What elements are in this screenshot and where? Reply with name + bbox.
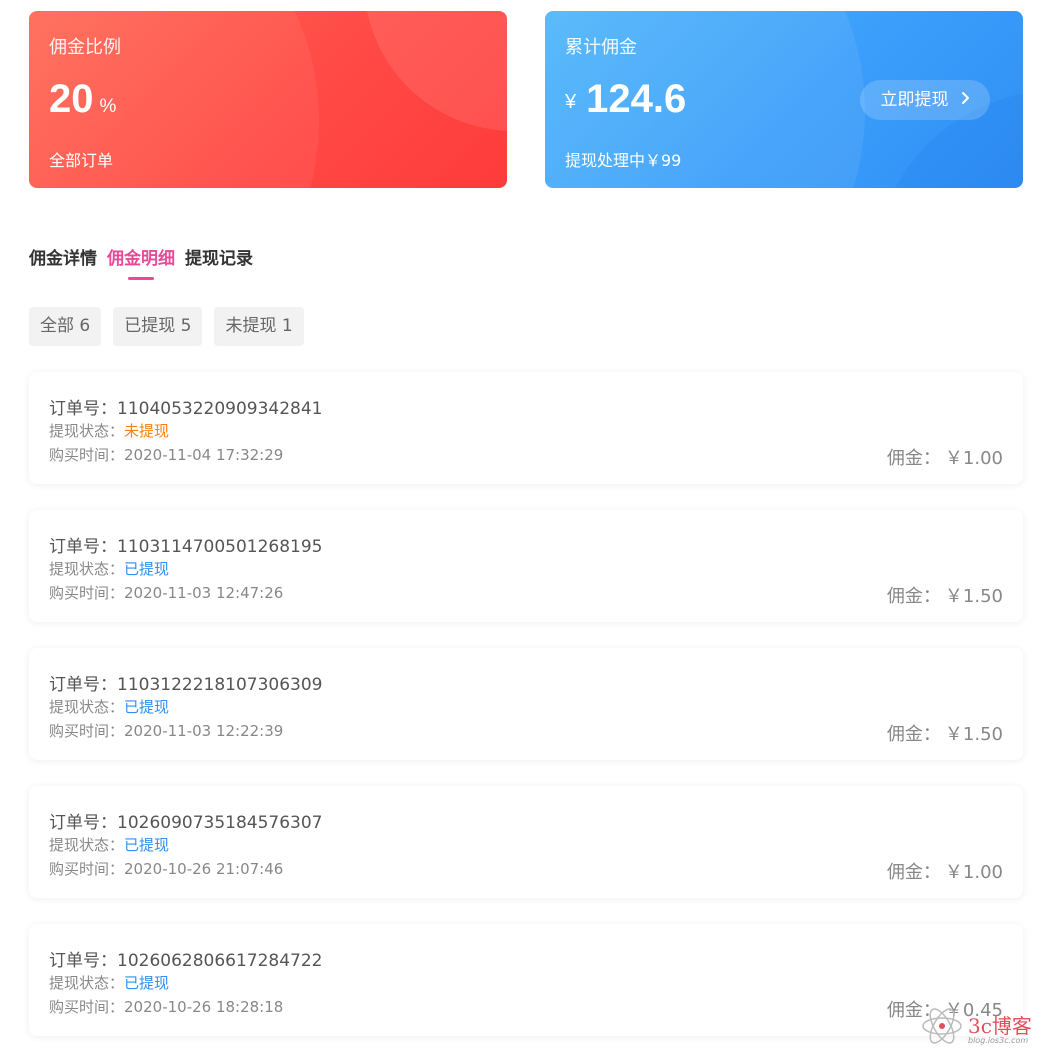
atom-icon	[920, 1004, 964, 1052]
commission-amount: 佣金： ￥1.00	[887, 444, 1003, 470]
total-commission-value: ¥124.6	[565, 77, 686, 122]
purchase-time: 购买时间：2020-10-26 21:07:46	[49, 858, 283, 879]
order-number-value: 1104053220909342841	[117, 399, 323, 419]
purchase-time-label: 购买时间：	[49, 446, 125, 464]
commission-rate-unit: %	[99, 96, 117, 117]
filter-chips: 全部 6 已提现 5 未提现 1	[29, 307, 304, 346]
commission-rate-value: 20%	[49, 77, 116, 122]
commission-amount-label: 佣金：	[886, 586, 941, 607]
withdraw-status-value: 已提现	[124, 560, 170, 578]
purchase-time-label: 购买时间：	[49, 860, 125, 878]
filter-withdrawn[interactable]: 已提现 5	[113, 307, 203, 346]
order-number-label: 订单号：	[49, 813, 117, 833]
order-number-value: 1103122218107306309	[117, 675, 323, 695]
order-card[interactable]: 订单号：1103122218107306309 提现状态：已提现 购买时间：20…	[29, 648, 1023, 760]
commission-amount: 佣金： ￥1.00	[887, 858, 1003, 884]
order-card[interactable]: 订单号：1026090735184576307 提现状态：已提现 购买时间：20…	[29, 786, 1023, 898]
withdraw-pending-text: 提现处理中￥99	[565, 151, 682, 170]
commission-amount-value: ￥1.50	[944, 724, 1003, 745]
withdraw-status-value: 已提现	[124, 698, 170, 716]
order-number-label: 订单号：	[49, 951, 117, 971]
order-number: 订单号：1103122218107306309	[49, 670, 323, 695]
commission-amount-label: 佣金：	[886, 724, 941, 745]
commission-rate-number: 20	[49, 77, 94, 121]
order-number-label: 订单号：	[49, 675, 117, 695]
order-number-value: 1026090735184576307	[117, 813, 323, 833]
purchase-time-label: 购买时间：	[49, 722, 125, 740]
watermark-text: 3c博客	[968, 1014, 1032, 1038]
commission-amount-label: 佣金：	[886, 448, 941, 469]
order-card[interactable]: 订单号：1103114700501268195 提现状态：已提现 购买时间：20…	[29, 510, 1023, 622]
order-number-label: 订单号：	[49, 537, 117, 557]
watermark-logo: 3c博客 blog.ios3c.com	[916, 1000, 1044, 1053]
tab-bar: 佣金详情 佣金明细 提现记录	[29, 244, 253, 269]
order-number-label: 订单号：	[49, 399, 117, 419]
currency-symbol: ¥	[565, 91, 577, 113]
withdraw-status-label: 提现状态：	[49, 560, 125, 578]
withdraw-status-label: 提现状态：	[49, 836, 125, 854]
withdraw-now-button[interactable]: 立即提现	[860, 80, 990, 120]
withdraw-status-value: 已提现	[124, 836, 170, 854]
order-card[interactable]: 订单号：1104053220909342841 提现状态：未提现 购买时间：20…	[29, 372, 1023, 484]
commission-rate-label: 佣金比例	[49, 37, 121, 58]
watermark-subtext: blog.ios3c.com	[968, 1036, 1029, 1045]
total-commission-card: 累计佣金 ¥124.6 立即提现 提现处理中￥99	[545, 11, 1023, 188]
withdraw-status-label: 提现状态：	[49, 698, 125, 716]
purchase-time: 购买时间：2020-11-04 17:32:29	[49, 444, 283, 465]
order-number: 订单号：1103114700501268195	[49, 532, 323, 557]
tab-commission-breakdown[interactable]: 佣金明细	[107, 244, 175, 269]
commission-amount: 佣金： ￥1.50	[887, 582, 1003, 608]
filter-all[interactable]: 全部 6	[29, 307, 102, 346]
withdraw-status: 提现状态：已提现	[49, 558, 169, 579]
purchase-time-label: 购买时间：	[49, 998, 125, 1016]
total-commission-label: 累计佣金	[565, 37, 637, 58]
chevron-right-icon	[961, 80, 970, 120]
total-commission-number: 124.6	[586, 77, 687, 121]
withdraw-now-label: 立即提现	[880, 90, 949, 110]
commission-amount: 佣金： ￥1.50	[887, 720, 1003, 746]
order-number: 订单号：1026062806617284722	[49, 946, 323, 971]
purchase-time-value: 2020-10-26 18:28:18	[124, 998, 284, 1016]
purchase-time: 购买时间：2020-11-03 12:22:39	[49, 720, 283, 741]
filter-not-withdrawn[interactable]: 未提现 1	[214, 307, 304, 346]
withdraw-status: 提现状态：未提现	[49, 420, 169, 441]
purchase-time-value: 2020-11-03 12:22:39	[124, 722, 284, 740]
order-number-value: 1026062806617284722	[117, 951, 323, 971]
purchase-time-value: 2020-11-03 12:47:26	[124, 584, 284, 602]
withdraw-status-value: 未提现	[124, 422, 170, 440]
purchase-time-value: 2020-10-26 21:07:46	[124, 860, 284, 878]
purchase-time: 购买时间：2020-11-03 12:47:26	[49, 582, 283, 603]
purchase-time: 购买时间：2020-10-26 18:28:18	[49, 996, 283, 1017]
card-decoration	[364, 11, 507, 131]
withdraw-status-label: 提现状态：	[49, 974, 125, 992]
order-number-value: 1103114700501268195	[117, 537, 323, 557]
withdraw-status: 提现状态：已提现	[49, 696, 169, 717]
tab-withdraw-records[interactable]: 提现记录	[185, 244, 253, 269]
all-orders-link[interactable]: 全部订单	[49, 147, 113, 171]
order-card[interactable]: 订单号：1026062806617284722 提现状态：已提现 购买时间：20…	[29, 924, 1023, 1036]
order-number: 订单号：1104053220909342841	[49, 394, 323, 419]
commission-rate-card: 佣金比例 20% 全部订单	[29, 11, 507, 188]
commission-amount-value: ￥1.00	[944, 448, 1003, 469]
commission-amount-value: ￥1.50	[944, 586, 1003, 607]
tab-commission-details[interactable]: 佣金详情	[29, 244, 97, 269]
withdraw-status: 提现状态：已提现	[49, 834, 169, 855]
purchase-time-label: 购买时间：	[49, 584, 125, 602]
commission-amount-label: 佣金：	[886, 862, 941, 883]
commission-amount-value: ￥1.00	[944, 862, 1003, 883]
withdraw-status-value: 已提现	[124, 974, 170, 992]
withdraw-status-label: 提现状态：	[49, 422, 125, 440]
order-number: 订单号：1026090735184576307	[49, 808, 323, 833]
purchase-time-value: 2020-11-04 17:32:29	[124, 446, 284, 464]
withdraw-status: 提现状态：已提现	[49, 972, 169, 993]
